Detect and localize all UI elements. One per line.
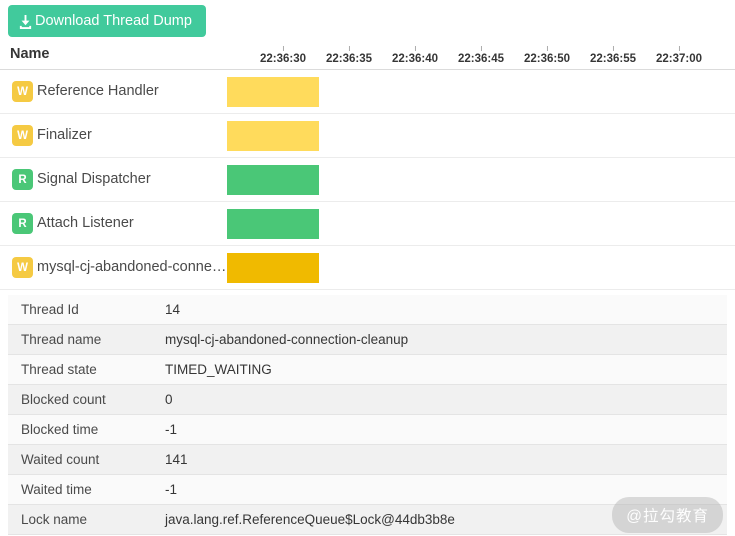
time-tick bbox=[348, 46, 349, 51]
thread-row-attach-listener[interactable]: R Attach Listener bbox=[0, 202, 735, 246]
detail-value: mysql-cj-abandoned-connection-cleanup bbox=[165, 332, 408, 347]
detail-label: Thread Id bbox=[8, 302, 165, 317]
download-button-label: Download Thread Dump bbox=[35, 13, 192, 29]
detail-value: 14 bbox=[165, 302, 180, 317]
detail-row-waited-count: Waited count 141 bbox=[8, 445, 727, 475]
detail-label: Thread name bbox=[8, 332, 165, 347]
detail-row-thread-id: Thread Id 14 bbox=[8, 295, 727, 325]
detail-label: Thread state bbox=[8, 362, 165, 377]
detail-label: Blocked count bbox=[8, 392, 165, 407]
thread-name-label: Finalizer bbox=[37, 127, 92, 143]
time-axis-label: 22:36:35 bbox=[326, 46, 372, 65]
time-axis-label: 22:37:00 bbox=[656, 46, 702, 65]
detail-label: Lock name bbox=[8, 512, 165, 527]
time-tick bbox=[282, 46, 283, 51]
time-tick bbox=[414, 46, 415, 51]
thread-timeline-bar[interactable] bbox=[227, 209, 319, 239]
thread-timeline-bar[interactable] bbox=[227, 253, 319, 283]
thread-name-label: mysql-cj-abandoned-conne… bbox=[37, 259, 226, 275]
time-axis-label: 22:36:45 bbox=[458, 46, 504, 65]
thread-state-badge-runnable: R bbox=[12, 169, 33, 190]
thread-row-signal-dispatcher[interactable]: R Signal Dispatcher bbox=[0, 158, 735, 202]
detail-row-blocked-time: Blocked time -1 bbox=[8, 415, 727, 445]
thread-row-finalizer[interactable]: W Finalizer bbox=[0, 114, 735, 158]
detail-label: Waited count bbox=[8, 452, 165, 467]
detail-value: TIMED_WAITING bbox=[165, 362, 272, 377]
time-tick bbox=[612, 46, 613, 51]
time-tick bbox=[678, 46, 679, 51]
time-axis-label: 22:36:30 bbox=[260, 46, 306, 65]
detail-row-blocked-count: Blocked count 0 bbox=[8, 385, 727, 415]
time-tick bbox=[480, 46, 481, 51]
thread-row-mysql-cleanup[interactable]: W mysql-cj-abandoned-conne… bbox=[0, 246, 735, 290]
time-axis-label: 22:36:40 bbox=[392, 46, 438, 65]
detail-row-thread-state: Thread state TIMED_WAITING bbox=[8, 355, 727, 385]
time-axis-label: 22:36:50 bbox=[524, 46, 570, 65]
detail-value: 141 bbox=[165, 452, 188, 467]
thread-name-label: Signal Dispatcher bbox=[37, 171, 151, 187]
time-axis-label: 22:36:55 bbox=[590, 46, 636, 65]
detail-label: Blocked time bbox=[8, 422, 165, 437]
thread-timeline-bar[interactable] bbox=[227, 77, 319, 107]
thread-row-reference-handler[interactable]: W Reference Handler bbox=[0, 70, 735, 114]
thread-timeline-bar[interactable] bbox=[227, 121, 319, 151]
download-thread-dump-button[interactable]: Download Thread Dump bbox=[8, 5, 206, 37]
detail-value: -1 bbox=[165, 482, 177, 497]
lagou-watermark: @拉勾教育 bbox=[612, 497, 723, 533]
name-column-header: Name bbox=[10, 46, 50, 62]
thread-name-label: Attach Listener bbox=[37, 215, 134, 231]
detail-value: -1 bbox=[165, 422, 177, 437]
time-tick bbox=[546, 46, 547, 51]
timeline-header: Name 22:36:30 22:36:35 22:36:40 22:36:45… bbox=[0, 36, 735, 70]
thread-timeline-bar[interactable] bbox=[227, 165, 319, 195]
detail-label: Waited time bbox=[8, 482, 165, 497]
download-icon bbox=[18, 14, 33, 29]
thread-state-badge-waiting: W bbox=[12, 81, 33, 102]
thread-timeline: W Reference Handler W Finalizer R Signal… bbox=[0, 70, 735, 290]
detail-value: java.lang.ref.ReferenceQueue$Lock@44db3b… bbox=[165, 512, 455, 527]
detail-value: 0 bbox=[165, 392, 173, 407]
thread-name-label: Reference Handler bbox=[37, 83, 159, 99]
thread-state-badge-runnable: R bbox=[12, 213, 33, 234]
thread-state-badge-waiting: W bbox=[12, 257, 33, 278]
detail-row-thread-name: Thread name mysql-cj-abandoned-connectio… bbox=[8, 325, 727, 355]
thread-state-badge-waiting: W bbox=[12, 125, 33, 146]
